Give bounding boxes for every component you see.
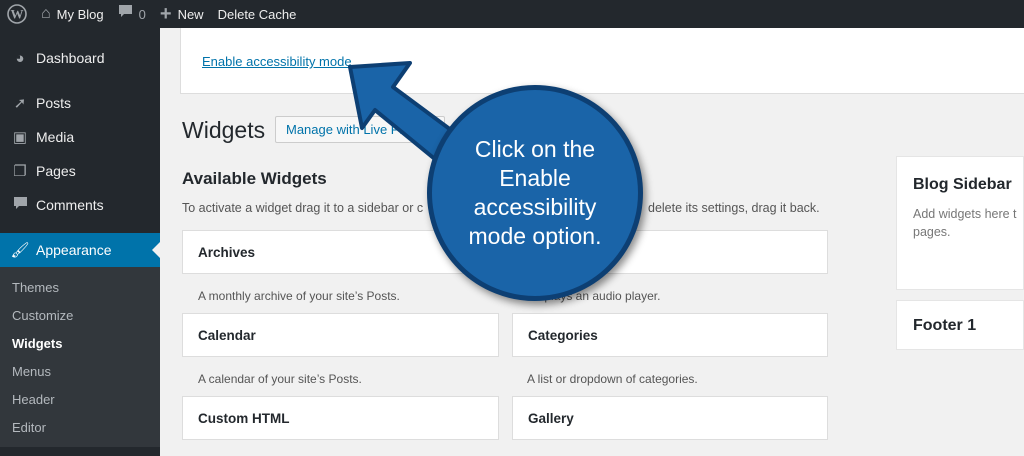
callout-text: Click on the Enable accessibility mode o… <box>468 136 602 249</box>
instruction-callout: Click on the Enable accessibility mode o… <box>427 85 643 301</box>
